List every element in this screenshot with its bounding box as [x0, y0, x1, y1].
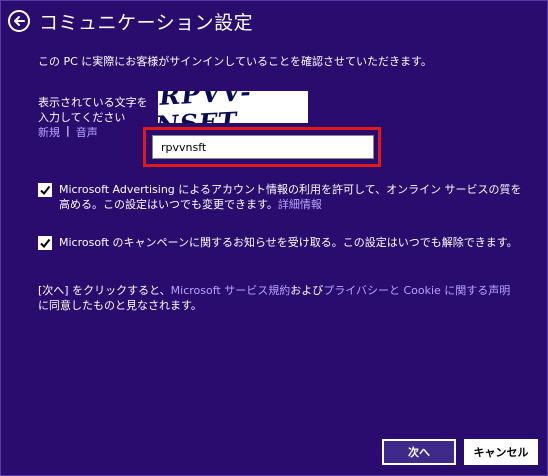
back-button[interactable]	[8, 10, 30, 32]
audio-captcha-link[interactable]: 音声	[76, 124, 98, 140]
cancel-button[interactable]: キャンセル	[464, 439, 538, 465]
checkmark-icon	[40, 238, 51, 249]
captcha-image-text: RPVV-NSFT	[158, 91, 254, 123]
campaign-checkbox[interactable]	[38, 236, 52, 250]
advertising-option-text: Microsoft Advertising によるアカウント情報の利用を許可して…	[59, 182, 531, 212]
intro-text: この PC に実際にお客様がサインインしていることを確認させていただきます。	[38, 55, 432, 68]
privacy-statement-link[interactable]: プライバシーと Cookie に関する声明	[323, 284, 510, 297]
terms-part3: に同意したものと見なされます。	[38, 299, 202, 312]
advertising-checkbox[interactable]	[38, 183, 52, 197]
next-button[interactable]: 次へ	[382, 439, 456, 465]
service-agreement-link[interactable]: Microsoft サービス規約	[171, 284, 291, 297]
terms-part1: [次へ] をクリックすると、	[38, 284, 171, 297]
back-arrow-icon	[14, 16, 25, 26]
header: コミュニケーション設定	[8, 6, 253, 36]
campaign-option: Microsoft のキャンペーンに関するお知らせを受け取る。この設定はいつでも…	[38, 235, 531, 250]
terms-text: [次へ] をクリックすると、Microsoft サービス規約およびプライバシーと…	[38, 283, 518, 313]
campaign-option-text: Microsoft のキャンペーンに関するお知らせを受け取る。この設定はいつでも…	[59, 236, 518, 249]
checkmark-icon	[40, 185, 51, 196]
captcha-image: RPVV-NSFT	[158, 91, 308, 123]
link-separator: |	[66, 124, 70, 137]
new-captcha-link[interactable]: 新規	[38, 124, 60, 140]
details-link[interactable]: 詳細情報	[278, 198, 322, 211]
captcha-input[interactable]	[152, 135, 374, 159]
captcha-links: 新規 | 音声	[38, 124, 98, 140]
captcha-label: 表示されている文字を入力してください	[38, 96, 148, 124]
advertising-option: Microsoft Advertising によるアカウント情報の利用を許可して…	[38, 182, 531, 212]
terms-part2: および	[290, 284, 324, 297]
page-title: コミュニケーション設定	[39, 11, 254, 34]
